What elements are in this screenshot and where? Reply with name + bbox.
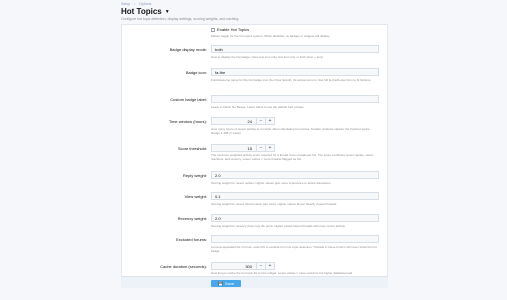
custom-badge-label-input[interactable] — [211, 95, 379, 103]
time-window-input[interactable]: 24 — [211, 117, 257, 125]
cache-duration-input[interactable]: 300 — [211, 262, 257, 270]
breadcrumb: Setup › Options — [121, 2, 154, 6]
badge-icon-hint: FontAwesome name for the hot badge icon … — [211, 78, 372, 82]
score-threshold-hint: The minimum weighted activity score requ… — [211, 153, 374, 162]
save-button-label: Save — [224, 281, 235, 286]
plus-icon[interactable]: + — [266, 117, 275, 125]
badge-icon-label: Badge icon: — [185, 70, 207, 75]
recency-weight-label: Recency weight: — [177, 216, 207, 221]
custom-badge-label-hint: Leave in blank. No Badge. Leave blank to… — [211, 105, 305, 109]
excluded-forums-label: Excluded forums: — [176, 237, 207, 242]
page-title[interactable]: Hot Topics ▼ — [121, 7, 170, 16]
enable-hint: Master toggle for the hot topics system.… — [211, 34, 331, 38]
reply-weight-label: Reply weight: — [182, 173, 207, 178]
minus-icon[interactable]: − — [257, 144, 266, 152]
time-window-stepper[interactable]: 24 − + — [211, 117, 275, 125]
score-threshold-stepper[interactable]: 15 − + — [211, 144, 275, 152]
plus-icon[interactable]: + — [266, 144, 275, 152]
save-button[interactable]: 💾 Save — [211, 280, 241, 287]
breadcrumb-item-options[interactable]: Options — [139, 2, 151, 6]
excluded-forums-input[interactable] — [211, 235, 379, 243]
recency-weight-input[interactable]: 2.0 — [211, 214, 379, 222]
enable-checkbox[interactable] — [211, 28, 215, 32]
page-description: Configure hot topic detection, display s… — [121, 17, 240, 21]
badge-display-mode-select[interactable]: both — [211, 45, 379, 53]
minus-icon[interactable]: − — [257, 117, 266, 125]
custom-badge-label-label: Custom badge label: — [170, 97, 207, 102]
reply-weight-input[interactable]: 2.0 — [211, 171, 379, 179]
view-weight-hint: Scoring weight for recent thread views (… — [211, 202, 338, 206]
excluded-forums-hint: Comma-separated list of forum node IDs t… — [211, 245, 377, 254]
chevron-down-icon[interactable]: ▼ — [165, 9, 170, 15]
view-weight-label: View weight: — [184, 194, 207, 199]
view-weight-input[interactable]: 0.1 — [211, 192, 379, 200]
score-threshold-label: Score threshold: — [177, 146, 207, 151]
plus-icon[interactable]: + — [266, 262, 275, 270]
minus-icon[interactable]: − — [257, 262, 266, 270]
save-icon: 💾 — [217, 281, 223, 286]
cache-duration-hint: How long to cache the hot topic list for… — [211, 271, 353, 275]
recency-weight-hint: Scoring weight for recency (how new the … — [211, 224, 346, 228]
cache-duration-label: Cache duration (seconds): — [160, 264, 207, 269]
enable-label[interactable]: Enable Hot Topics — [217, 27, 249, 32]
time-window-label: Time window (hours): — [168, 119, 207, 124]
form-footer — [121, 276, 388, 288]
breadcrumb-separator: › — [134, 2, 136, 6]
breadcrumb-item-setup[interactable]: Setup — [121, 2, 130, 6]
badge-icon-input[interactable]: fa-fire — [211, 68, 379, 76]
page-title-text: Hot Topics — [121, 7, 162, 16]
cache-duration-stepper[interactable]: 300 − + — [211, 262, 275, 270]
badge-display-mode-label: Badge display mode: — [169, 47, 207, 52]
time-window-hint: How many hours of recent activity to con… — [211, 127, 371, 136]
score-threshold-input[interactable]: 15 — [211, 144, 257, 152]
badge-display-mode-hint: How to display the hot badge: show text … — [211, 55, 324, 59]
reply-weight-hint: Scoring weight for recent replies. Highe… — [211, 181, 332, 185]
